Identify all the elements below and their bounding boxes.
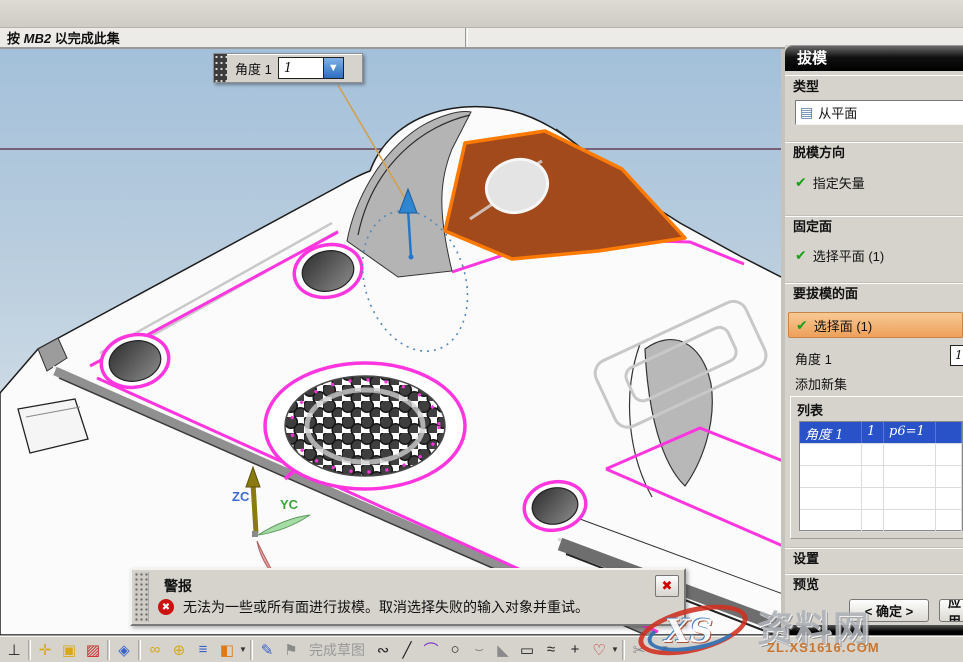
watermark-logo: XS [637, 604, 755, 656]
alert-drag-handle-icon[interactable] [134, 572, 149, 622]
list-group: 列表 角度 1 1 p6=1 [790, 396, 963, 539]
show-body-icon[interactable]: ◧ [215, 639, 239, 661]
datum-tool-icon[interactable]: ✛ [33, 639, 57, 661]
specify-vector-label: 指定矢量 [813, 173, 865, 192]
watermark-site-url: ZL.XS1616.COM [767, 640, 880, 655]
line-icon[interactable]: ╱ [395, 639, 419, 661]
ellipse-tool-icon[interactable]: ♡ [587, 639, 611, 661]
section-draw-direction[interactable]: 脱模方向 [785, 141, 963, 161]
rectangle-icon[interactable]: ▭ [515, 639, 539, 661]
speaker-grille[interactable] [265, 363, 465, 489]
extrude-blocks-icon[interactable]: ▣ [57, 639, 81, 661]
alert-message: 无法为一些或所有面进行拔模。取消选择失败的输入对象并重试。 [183, 597, 589, 617]
graphics-viewport[interactable]: ZC YC [0, 49, 783, 635]
check-icon: ✔ [795, 174, 807, 191]
sketch-icon[interactable]: ✎ [255, 639, 279, 661]
alert-dialog: 警报 ✖ 无法为一些或所有面进行拔模。取消选择失败的输入对象并重试。 ✖ [130, 568, 686, 626]
section-preview[interactable]: 预览 [785, 573, 963, 593]
dialog-title[interactable]: 拔模 [785, 45, 963, 71]
draft-set-table[interactable]: 角度 1 1 p6=1 [799, 421, 963, 531]
cell-empty [936, 422, 962, 443]
type-dropdown-value: 从平面 [818, 103, 857, 122]
fillet-icon[interactable]: ⌣ [467, 639, 491, 661]
chamfer-icon[interactable]: ◣ [491, 639, 515, 661]
toolbar-separator [107, 640, 110, 660]
list-header: 列表 [791, 397, 963, 422]
add-new-set-row[interactable]: 添加新集 [785, 373, 963, 393]
status-message: 按 MB2 以完成此集 [0, 28, 120, 47]
status-bar-divider [465, 28, 468, 47]
arc-icon[interactable]: ⌒ [419, 639, 443, 661]
alert-close-button[interactable]: ✖ [655, 575, 679, 597]
alert-title: 警报 [164, 576, 192, 596]
spinner-down-icon: ▼ [328, 62, 339, 74]
error-icon: ✖ [158, 599, 174, 615]
angle-row: 角度 1 [785, 347, 963, 369]
alert-message-row: ✖ 无法为一些或所有面进行拔模。取消选择失败的输入对象并重试。 [158, 597, 589, 617]
section-stationary-plane[interactable]: 固定面 [785, 215, 963, 235]
circle-icon[interactable]: ○ [443, 639, 467, 661]
select-plane-label: 选择平面 (1) [813, 246, 885, 265]
angle-input-label: 角度 1 [227, 59, 278, 78]
angle-label: 角度 1 [795, 349, 832, 368]
pattern-feature-icon[interactable]: ▨ [81, 639, 105, 661]
check-icon: ✔ [796, 317, 808, 334]
section-faces-to-draft[interactable]: 要拔模的面 [785, 282, 963, 302]
table-row[interactable] [800, 444, 962, 466]
window-title-bar [0, 0, 963, 28]
wave-link-icon[interactable]: ⊕ [167, 639, 191, 661]
studio-spline-icon[interactable]: ≈ [539, 639, 563, 661]
dropdown-caret-icon[interactable]: ▼ [239, 645, 248, 654]
cad-model-view: ZC YC [0, 49, 783, 635]
toolbar-separator [250, 640, 253, 660]
floating-angle-input: 角度 1 1 ▼ [213, 53, 363, 83]
link-chain-icon[interactable]: ∞ [143, 639, 167, 661]
perpendicular-constraint-icon[interactable]: ⊥ [2, 639, 26, 661]
select-face-row[interactable]: ✔ 选择面 (1) [788, 312, 963, 338]
specify-vector-row[interactable]: ✔ 指定矢量 [785, 170, 963, 194]
close-icon: ✖ [662, 578, 673, 594]
table-row[interactable] [800, 488, 962, 510]
part-navigator-icon[interactable]: ≡ [191, 639, 215, 661]
table-row[interactable] [800, 466, 962, 488]
draft-dialog-panel: 拔模 类型 ▤ 从平面 脱模方向 ✔ 指定矢量 固定面 ✔ 选择平面 (1) 要… [785, 45, 963, 636]
add-new-set-label: 添加新集 [795, 374, 847, 393]
toolbar-separator [622, 640, 625, 660]
select-plane-row[interactable]: ✔ 选择平面 (1) [785, 243, 963, 267]
yc-axis-label: YC [280, 497, 299, 512]
application-window: 按 MB2 以完成此集 [0, 0, 963, 662]
type-dropdown[interactable]: ▤ 从平面 [795, 100, 963, 125]
finish-flag-icon[interactable]: ⚑ [279, 639, 303, 661]
zc-axis-label: ZC [232, 489, 250, 504]
selected-draft-face[interactable] [445, 131, 685, 259]
cell-angle-name: 角度 1 [800, 422, 862, 443]
angle-input-field[interactable]: 1 ▼ [278, 57, 344, 79]
toolbar-separator [138, 640, 141, 660]
check-icon: ✔ [795, 247, 807, 264]
table-row-selected[interactable]: 角度 1 1 p6=1 [800, 422, 962, 444]
section-type[interactable]: 类型 [785, 75, 963, 95]
point-icon[interactable]: + [563, 639, 587, 661]
angle-input-value[interactable]: 1 [279, 61, 323, 76]
cell-expression: p6=1 [884, 422, 936, 443]
select-face-label: 选择面 (1) [814, 316, 873, 335]
dropdown-caret-icon[interactable]: ▼ [611, 645, 620, 654]
angle-value-field[interactable]: 1 [950, 345, 963, 366]
from-plane-icon: ▤ [800, 104, 813, 121]
section-settings[interactable]: 设置 [785, 547, 963, 567]
cell-angle-value: 1 [862, 422, 884, 443]
finish-sketch-label[interactable]: 完成草图 [303, 640, 371, 660]
watermark: XS 资料网 ZL.XS1616.COM [633, 598, 963, 662]
feature-badge-icon[interactable]: ◈ [112, 639, 136, 661]
toolbar-separator [28, 640, 31, 660]
angle-spinner-button[interactable]: ▼ [323, 58, 343, 78]
drag-handle-icon[interactable] [214, 54, 227, 82]
profile-curve-icon[interactable]: ∾ [371, 639, 395, 661]
table-row[interactable] [800, 510, 962, 532]
watermark-logo-text: XS [665, 612, 713, 650]
